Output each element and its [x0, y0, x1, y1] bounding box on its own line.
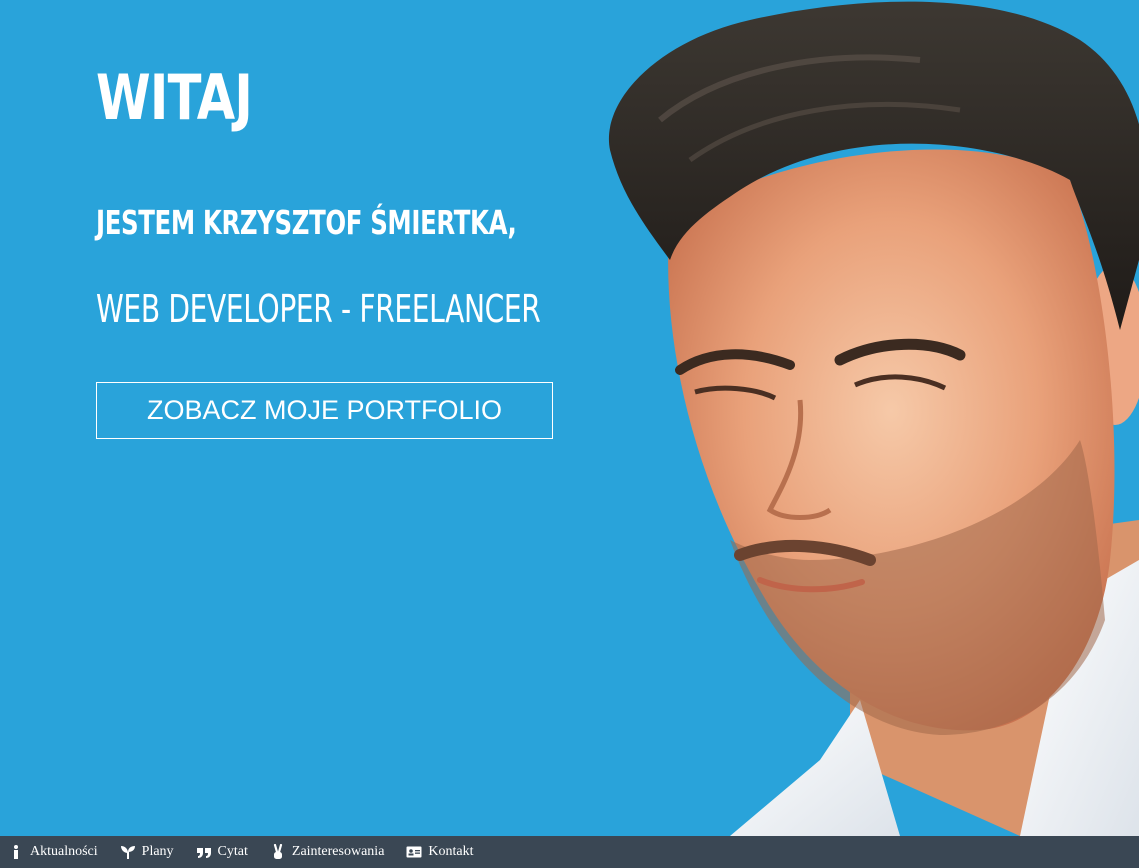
hero-text-block: WITAJ JESTEM KRZYSZTOF ŚMIERTKA, WEB DEV…: [96, 60, 616, 439]
nav-item-aktualnosci[interactable]: Aktualności: [8, 844, 98, 860]
nav-item-zainteresowania[interactable]: Zainteresowania: [270, 844, 385, 860]
nav-item-label: Zainteresowania: [291, 844, 385, 859]
hero-role: WEB DEVELOPER - FREELANCER: [96, 287, 541, 331]
portfolio-button[interactable]: ZOBACZ MOJE PORTFOLIO: [96, 382, 553, 439]
hand-peace-icon: [270, 844, 286, 860]
sprout-icon: [120, 844, 136, 860]
id-card-icon: [406, 844, 422, 860]
nav-item-label: Plany: [141, 844, 174, 859]
info-icon: [8, 844, 24, 860]
nav-item-plany[interactable]: Plany: [120, 844, 174, 860]
hero-title: WITAJ: [96, 61, 253, 134]
hero-section: WITAJ JESTEM KRZYSZTOF ŚMIERTKA, WEB DEV…: [0, 0, 1139, 836]
quote-icon: [196, 844, 212, 860]
portrait-photo: [608, 1, 1139, 836]
hero-name: JESTEM KRZYSZTOF ŚMIERTKA,: [96, 203, 517, 242]
nav-item-label: Aktualności: [30, 844, 98, 859]
nav-item-label: Kontakt: [428, 844, 474, 859]
nav-item-label: Cytat: [217, 844, 248, 859]
nav-item-cytat[interactable]: Cytat: [196, 844, 248, 860]
bottom-nav: Aktualności Plany Cytat Zainteresowania …: [0, 836, 1139, 868]
nav-item-kontakt[interactable]: Kontakt: [406, 844, 474, 860]
